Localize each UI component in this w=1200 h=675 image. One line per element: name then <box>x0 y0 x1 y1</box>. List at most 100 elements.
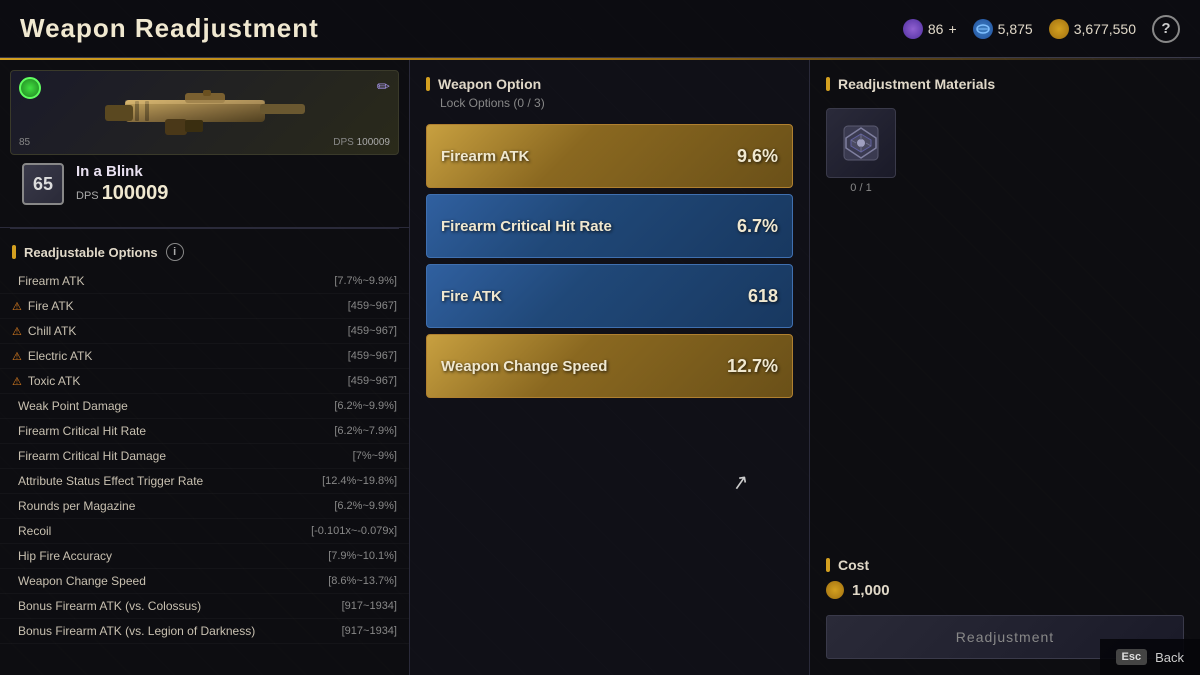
option-name: Weapon Change Speed <box>18 574 328 588</box>
option-warning-icon: ⚠ <box>12 325 22 338</box>
option-name: Firearm Critical Hit Damage <box>18 449 353 463</box>
option-range: [7%~9%] <box>353 450 397 462</box>
option-card-label: Firearm Critical Hit Rate <box>441 218 612 235</box>
purple-currency-plus: + <box>948 21 956 37</box>
option-name: Toxic ATK <box>28 374 348 388</box>
option-card-value: 9.6% <box>737 146 778 167</box>
option-card[interactable]: Firearm Critical Hit Rate 6.7% <box>426 194 793 258</box>
blue-currency-icon <box>973 19 993 39</box>
esc-key: Esc <box>1116 649 1148 665</box>
option-row[interactable]: Firearm Critical Hit Rate [6.2%~7.9%] <box>0 419 409 444</box>
bottom-bar: Esc Back <box>1100 639 1200 675</box>
material-icon <box>836 118 886 168</box>
card-dps-label: DPS <box>333 137 354 148</box>
options-list: Firearm ATK [7.7%~9.9%] ⚠ Fire ATK [459~… <box>0 269 409 644</box>
help-button[interactable]: ? <box>1152 15 1180 43</box>
option-card-label: Firearm ATK <box>441 148 529 165</box>
option-row[interactable]: Rounds per Magazine [6.2%~9.9%] <box>0 494 409 519</box>
weapon-orb-container <box>19 77 41 99</box>
dps-value: 100009 <box>102 182 169 204</box>
option-warning-icon: ⚠ <box>12 375 22 388</box>
page-title: Weapon Readjustment <box>20 13 319 44</box>
currency-purple: 86 + <box>903 19 957 39</box>
options-title: Readjustable Options <box>24 245 158 260</box>
option-row[interactable]: ⚠ Fire ATK [459~967] <box>0 294 409 319</box>
purple-currency-icon <box>903 19 923 39</box>
option-row[interactable]: Weapon Change Speed [8.6%~13.7%] <box>0 569 409 594</box>
option-card-label: Fire ATK <box>441 288 502 305</box>
blue-currency-value: 5,875 <box>998 21 1033 37</box>
option-row[interactable]: ⚠ Electric ATK [459~967] <box>0 344 409 369</box>
material-item: 0 / 1 <box>826 108 896 194</box>
weapon-name-block: In a Blink DPS 100009 <box>76 163 168 205</box>
options-section: Readjustable Options i Firearm ATK [7.7%… <box>0 229 409 675</box>
weapon-option-title: Weapon Option <box>438 76 541 92</box>
weapon-preview: ✏ <box>0 60 409 228</box>
option-card[interactable]: Weapon Change Speed 12.7% <box>426 334 793 398</box>
option-name: Firearm Critical Hit Rate <box>18 424 334 438</box>
weapon-orb <box>19 77 41 99</box>
option-row[interactable]: ⚠ Toxic ATK [459~967] <box>0 369 409 394</box>
option-name: Rounds per Magazine <box>18 499 334 513</box>
option-range: [6.2%~9.9%] <box>334 500 397 512</box>
option-row[interactable]: Attribute Status Effect Trigger Rate [12… <box>0 469 409 494</box>
option-name: Bonus Firearm ATK (vs. Legion of Darknes… <box>18 624 342 638</box>
weapon-edit-icon[interactable]: ✏ <box>377 77 390 97</box>
option-name: Fire ATK <box>28 299 348 313</box>
cost-header: Cost <box>826 557 1184 573</box>
option-name: Firearm ATK <box>18 274 334 288</box>
option-range: [7.9%~10.1%] <box>328 550 397 562</box>
section-bar <box>12 245 16 259</box>
option-card-value: 12.7% <box>727 356 778 377</box>
currency-blue: 5,875 <box>973 19 1033 39</box>
top-bar: Weapon Readjustment 86 + 5,875 3,677,550… <box>0 0 1200 58</box>
weapon-card: ✏ <box>10 70 399 155</box>
info-icon[interactable]: i <box>166 243 184 261</box>
option-row[interactable]: ⚠ Chill ATK [459~967] <box>0 319 409 344</box>
weapon-card-dps: DPS 100009 <box>333 137 390 148</box>
purple-currency-value: 86 <box>928 21 944 37</box>
option-range: [-0.101x~-0.079x] <box>311 525 397 537</box>
cost-section: Cost 1,000 <box>826 541 1184 599</box>
option-warning-icon: ⚠ <box>12 300 22 313</box>
weapon-info: 65 In a Blink DPS 100009 <box>10 155 399 217</box>
option-warning-icon: ⚠ <box>12 350 22 363</box>
option-name: Bonus Firearm ATK (vs. Colossus) <box>18 599 342 613</box>
level-badge: 65 <box>22 163 64 205</box>
option-row[interactable]: Weak Point Damage [6.2%~9.9%] <box>0 394 409 419</box>
option-card[interactable]: Fire ATK 618 <box>426 264 793 328</box>
weapon-image <box>95 85 315 140</box>
cursor: ↗ <box>730 469 751 497</box>
back-label: Back <box>1155 650 1184 665</box>
option-row[interactable]: Firearm Critical Hit Damage [7%~9%] <box>0 444 409 469</box>
cost-row: 1,000 <box>826 581 1184 599</box>
option-range: [6.2%~9.9%] <box>334 400 397 412</box>
option-range: [459~967] <box>348 325 397 337</box>
top-bar-right: 86 + 5,875 3,677,550 ? <box>903 15 1180 43</box>
option-range: [12.4%~19.8%] <box>322 475 397 487</box>
option-range: [459~967] <box>348 375 397 387</box>
pencil-icon: ✏ <box>377 79 390 96</box>
option-row[interactable]: Bonus Firearm ATK (vs. Colossus) [917~19… <box>0 594 409 619</box>
option-card-value: 618 <box>748 286 778 307</box>
materials-title: Readjustment Materials <box>838 76 995 92</box>
materials-grid: 0 / 1 <box>826 108 1184 194</box>
option-card-label: Weapon Change Speed <box>441 358 607 375</box>
option-row[interactable]: Firearm ATK [7.7%~9.9%] <box>0 269 409 294</box>
option-name: Chill ATK <box>28 324 348 338</box>
option-row[interactable]: Hip Fire Accuracy [7.9%~10.1%] <box>0 544 409 569</box>
option-name: Weak Point Damage <box>18 399 334 413</box>
option-range: [6.2%~7.9%] <box>334 425 397 437</box>
option-range: [8.6%~13.7%] <box>328 575 397 587</box>
materials-header: Readjustment Materials <box>826 76 1184 92</box>
material-icon-box <box>826 108 896 178</box>
options-header: Readjustable Options i <box>0 239 409 269</box>
weapon-dps-row: DPS 100009 <box>76 182 168 205</box>
option-range: [459~967] <box>348 350 397 362</box>
weapon-option-bar <box>426 77 430 91</box>
option-row[interactable]: Recoil [-0.101x~-0.079x] <box>0 519 409 544</box>
option-range: [917~1934] <box>342 600 397 612</box>
option-row[interactable]: Bonus Firearm ATK (vs. Legion of Darknes… <box>0 619 409 644</box>
option-card[interactable]: Firearm ATK 9.6% <box>426 124 793 188</box>
option-name: Recoil <box>18 524 311 538</box>
